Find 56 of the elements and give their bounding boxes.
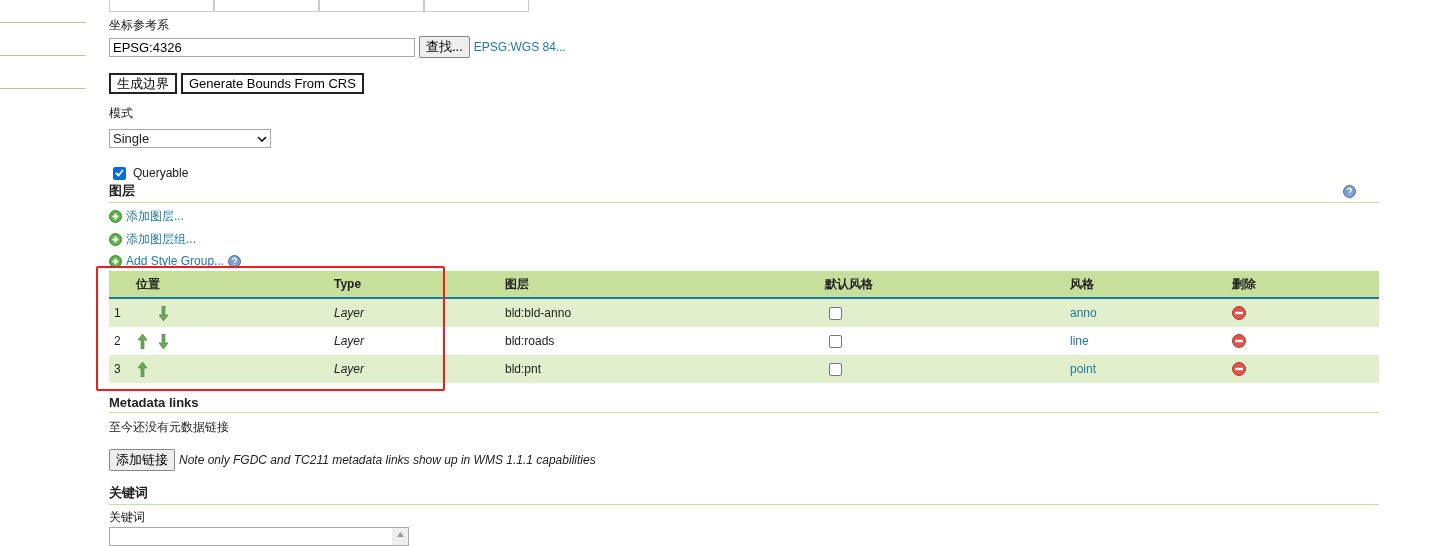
column-header: 图层 xyxy=(505,275,530,293)
default-style-checkbox[interactable] xyxy=(829,306,842,320)
table-cell-text: bld:roads xyxy=(505,334,556,348)
help-icon[interactable] xyxy=(1343,184,1356,198)
table-cell-text: Layer xyxy=(334,306,366,320)
column-header: 位置 xyxy=(136,275,161,293)
position-number: 2 xyxy=(113,334,122,348)
section-title: 关键词 xyxy=(109,484,148,502)
add-icon xyxy=(109,254,122,268)
position-number: 1 xyxy=(113,306,122,320)
field-label: 模式 xyxy=(109,106,134,120)
checkbox-label: Queryable xyxy=(133,166,189,180)
table-cell-text: Layer xyxy=(334,334,366,348)
table-cell-text: bld:bld-anno xyxy=(505,306,573,320)
add-link[interactable]: 添加图层组... xyxy=(126,231,196,248)
column-header: Type xyxy=(334,277,363,291)
crs-link[interactable]: EPSG:WGS 84... xyxy=(473,40,566,54)
scroll-up-icon[interactable] xyxy=(396,532,404,537)
help-icon[interactable] xyxy=(228,254,242,268)
add-link-button[interactable]: 添加链接 xyxy=(109,449,175,471)
remove-icon[interactable] xyxy=(1232,362,1246,376)
remove-icon[interactable] xyxy=(1232,334,1246,348)
mode-select[interactable]: Single xyxy=(109,129,271,148)
style-link[interactable]: anno xyxy=(1070,306,1232,320)
add-link[interactable]: 添加图层... xyxy=(126,208,184,225)
chevron-icon xyxy=(257,135,267,142)
field-label: 坐标参考系 xyxy=(109,18,170,32)
up-arrow-icon[interactable] xyxy=(138,333,147,349)
add-icon xyxy=(109,233,122,246)
section-title: 图层 xyxy=(109,182,135,200)
queryable-checkbox[interactable] xyxy=(113,166,126,180)
column-header: 删除 xyxy=(1232,275,1257,293)
column-header: 风格 xyxy=(1070,275,1095,293)
empty-message: 至今还没有元数据链接 xyxy=(109,420,230,434)
bounds-button[interactable]: Generate Bounds From CRS xyxy=(181,73,364,94)
note-text: Note only FGDC and TC211 metadata links show up in WMS 1.1.1 capabilities xyxy=(179,453,596,467)
table-cell-text: Layer xyxy=(334,362,366,376)
style-link[interactable]: point xyxy=(1070,362,1232,376)
down-arrow-icon[interactable] xyxy=(159,305,168,321)
up-arrow-icon[interactable] xyxy=(138,361,147,377)
add-icon xyxy=(109,210,122,223)
crs-input[interactable]: EPSG:4326 xyxy=(109,37,415,57)
find-button[interactable]: 查找... xyxy=(419,36,470,58)
table-cell-text: bld:pnt xyxy=(505,362,543,376)
default-style-checkbox[interactable] xyxy=(829,362,842,376)
field-label: 关键词 xyxy=(109,510,146,524)
remove-icon[interactable] xyxy=(1232,306,1246,320)
column-header: 默认风格 xyxy=(825,275,874,293)
bounds-button[interactable]: 生成边界 xyxy=(109,73,177,94)
default-style-checkbox[interactable] xyxy=(829,334,842,348)
section-title: Metadata links xyxy=(109,395,199,410)
keywords-field[interactable] xyxy=(109,527,409,546)
down-arrow-icon[interactable] xyxy=(159,333,168,349)
add-link[interactable]: Add Style Group... xyxy=(126,254,225,268)
position-number: 3 xyxy=(113,362,122,376)
style-link[interactable]: line xyxy=(1070,334,1232,348)
